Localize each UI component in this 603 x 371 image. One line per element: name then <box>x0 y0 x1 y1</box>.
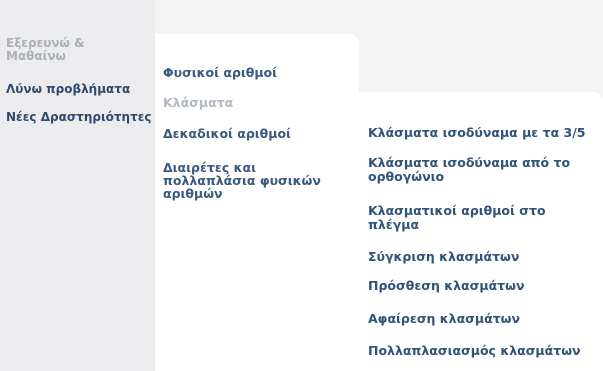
left-menu-item-problems[interactable]: Λύνω προβλήματα <box>6 82 154 97</box>
left-menu-item-new-activities[interactable]: Νέες Δραστηριότητες <box>6 111 154 124</box>
category-item-divisors-multiples[interactable]: Διαιρέτες και πολλαπλάσια φυσικών αριθμώ… <box>163 161 343 200</box>
category-panel <box>155 34 359 371</box>
activity-item-equivalent-3-5[interactable]: Κλάσματα ισοδύναμα με τα 3/5 <box>368 126 603 140</box>
left-menu-item-explore[interactable]: Εξερευνώ & Μαθαίνω <box>6 37 146 63</box>
activity-item-multiply-fractions[interactable]: Πολλαπλασιασμός κλασμάτων <box>368 344 603 358</box>
category-item-decimal-numbers[interactable]: Δεκαδικοί αριθμοί <box>163 127 343 141</box>
activity-item-compare-fractions[interactable]: Σύγκριση κλασμάτων <box>368 250 603 264</box>
top-band <box>155 0 603 34</box>
activity-item-equivalent-rectangle[interactable]: Κλάσματα ισοδύναμα από το ορθογώνιο <box>368 156 593 184</box>
category-item-natural-numbers[interactable]: Φυσικοί αριθμοί <box>163 66 343 80</box>
activity-item-fraction-grid[interactable]: Κλασματικοί αριθμοί στο πλέγμα <box>368 204 593 232</box>
activity-item-subtract-fractions[interactable]: Αφαίρεση κλασμάτων <box>368 312 603 326</box>
category-item-fractions[interactable]: Κλάσματα <box>163 96 343 110</box>
activity-item-add-fractions[interactable]: Πρόσθεση κλασμάτων <box>368 279 603 293</box>
